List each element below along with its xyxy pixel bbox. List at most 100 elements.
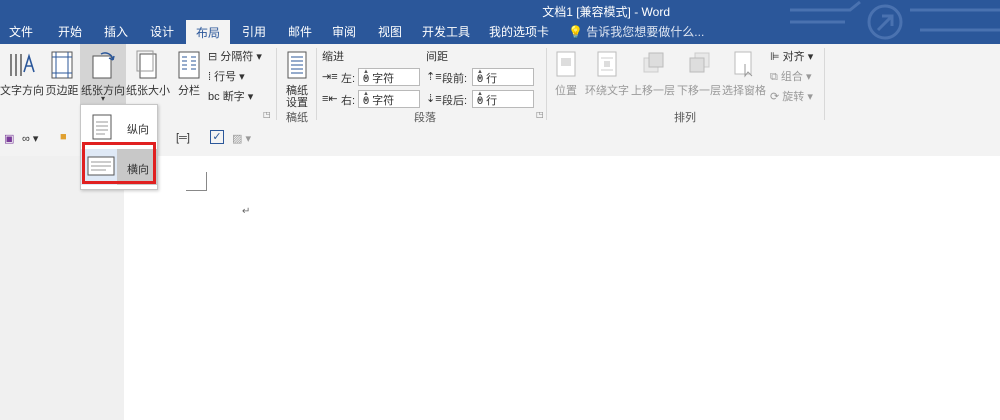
size-label: 纸张大小 <box>126 85 170 97</box>
manuscript-icon <box>287 51 307 79</box>
hyphenation-icon: bc <box>208 91 220 103</box>
orientation-portrait-item[interactable]: 纵向 <box>81 109 157 145</box>
rotate-button[interactable]: ⟳ 旋转 ▾ <box>770 88 813 104</box>
tab-home[interactable]: 开始 <box>48 20 92 44</box>
portrait-label: 纵向 <box>127 124 149 136</box>
text-direction-label: 文字方向 <box>0 85 44 97</box>
line-numbers-label: 行号 <box>214 71 237 83</box>
group-button[interactable]: ⧉ 组合 ▾ <box>770 68 812 84</box>
separator <box>276 48 277 120</box>
position-label: 位置 <box>555 85 577 97</box>
indent-left-label: 左: <box>341 73 356 85</box>
lightbulb-icon: 💡 <box>568 25 583 39</box>
tab-mailings[interactable]: 邮件 <box>278 20 322 44</box>
space-before-input[interactable]: 0 行 ▲ ▼ <box>472 68 534 86</box>
tab-insert[interactable]: 插入 <box>94 20 138 44</box>
tab-developer[interactable]: 开发工具 <box>414 20 478 44</box>
paragraph-mark-icon: ↵ <box>242 206 251 217</box>
space-after-label: 段后: <box>442 95 468 107</box>
checkbox-icon[interactable]: ✓ <box>210 130 224 144</box>
orientation-icon <box>92 52 115 79</box>
tab-file[interactable]: 文件 <box>0 20 42 44</box>
group-label: 组合 <box>780 71 803 83</box>
paragraph-group-label: 段落 <box>414 112 436 124</box>
space-after-icon: ⇣≡ <box>426 93 442 105</box>
margins-label: 页边距 <box>45 85 79 97</box>
tab-review[interactable]: 审阅 <box>322 20 366 44</box>
separator <box>316 48 317 120</box>
rotate-label: 旋转 <box>782 91 805 103</box>
indent-right-icon: ≡⇤ <box>322 93 338 105</box>
manuscript-settings-button[interactable]: 稿纸 设置 <box>280 48 314 109</box>
text-direction-button[interactable]: 文字方向 <box>0 48 44 106</box>
field-icon[interactable]: [═] <box>176 132 190 144</box>
bring-forward-label: 上移一层 <box>631 85 675 97</box>
tab-references[interactable]: 引用 <box>232 20 276 44</box>
columns-button[interactable]: 分栏 <box>172 48 206 106</box>
text-direction-icon <box>10 53 35 76</box>
align-icon: ⊫ <box>770 51 780 63</box>
margin-corner-mark <box>186 172 207 191</box>
margins-icon <box>51 51 73 79</box>
indent-right-input[interactable]: 0 字符 ▲ ▼ <box>358 90 420 108</box>
size-button[interactable]: 纸张大小 <box>126 48 170 106</box>
decorative-pattern-icon <box>790 0 1000 40</box>
space-after-input[interactable]: 0 行 ▲ ▼ <box>472 90 534 108</box>
breaks-button[interactable]: ⊟ 分隔符 ▾ <box>208 48 262 64</box>
margins-button[interactable]: 页边距 <box>44 48 80 106</box>
spinner-arrows-icon[interactable]: ▲ ▼ <box>363 69 417 83</box>
send-backward-button[interactable]: 下移一层 <box>676 48 722 106</box>
position-button[interactable]: 位置 <box>550 48 582 106</box>
align-label: 对齐 <box>782 51 805 63</box>
line-numbers-icon: ⁞ <box>208 71 212 83</box>
separator <box>824 48 825 120</box>
folder-icon[interactable]: ■ <box>60 131 67 143</box>
group-icon: ⧉ <box>770 71 778 83</box>
indent-right-label: 右: <box>341 95 356 107</box>
paragraph-launcher-icon[interactable]: ◳ <box>536 110 544 119</box>
wrap-text-button[interactable]: 环绕文字 <box>584 48 630 106</box>
space-before-icon: ⇡≡ <box>426 71 442 83</box>
bring-forward-button[interactable]: 上移一层 <box>630 48 676 106</box>
indent-label: 缩进 <box>322 51 344 63</box>
bring-forward-icon <box>643 52 664 73</box>
spinner-arrows-icon[interactable]: ▲ ▼ <box>363 91 417 105</box>
align-button[interactable]: ⊫ 对齐 ▾ <box>770 48 813 64</box>
selection-pane-label: 选择窗格 <box>722 85 766 97</box>
save-icon[interactable]: ▣ <box>4 132 14 145</box>
portrait-page-icon <box>92 114 112 140</box>
position-icon <box>556 51 576 77</box>
columns-icon <box>178 51 200 79</box>
line-numbers-button[interactable]: ⁞ 行号 ▾ <box>208 68 245 84</box>
hyphenation-button[interactable]: bc 断字 ▾ <box>208 88 253 104</box>
indent-left-icon: ⇥≡ <box>322 71 338 83</box>
wrap-text-icon <box>597 51 617 77</box>
window-title: 文档1 [兼容模式] - Word <box>542 5 670 19</box>
indent-left-input[interactable]: 0 字符 ▲ ▼ <box>358 68 420 86</box>
columns-label: 分栏 <box>178 85 200 97</box>
breaks-icon: ⊟ <box>208 51 218 63</box>
page-setup-launcher-icon[interactable]: ◳ <box>263 110 271 119</box>
document-page[interactable]: ↵ <box>124 156 1000 420</box>
separator <box>546 48 547 120</box>
tab-design[interactable]: 设计 <box>140 20 184 44</box>
send-backward-label: 下移一层 <box>677 85 721 97</box>
selection-pane-icon <box>734 51 753 78</box>
send-backward-icon <box>689 52 710 73</box>
left-margin-area <box>0 156 124 420</box>
picture-icon[interactable]: ▨ ▾ <box>232 132 251 145</box>
link-icon[interactable]: ∞ ▾ <box>22 132 38 145</box>
highlight-box <box>82 142 156 184</box>
tell-me-box[interactable]: 💡 告诉我您想要做什么... <box>568 20 704 44</box>
tab-view[interactable]: 视图 <box>368 20 412 44</box>
breaks-label: 分隔符 <box>220 51 254 63</box>
paper-size-icon <box>136 50 157 79</box>
spinner-arrows-icon[interactable]: ▲ ▼ <box>477 69 531 83</box>
orientation-caret-icon: ▾ <box>100 94 105 103</box>
space-before-label: 段前: <box>442 73 468 85</box>
tab-layout[interactable]: 布局 <box>186 20 230 45</box>
tell-me-text: 告诉我您想要做什么... <box>586 25 705 39</box>
spinner-arrows-icon[interactable]: ▲ ▼ <box>477 91 531 105</box>
tab-my-tab[interactable]: 我的选项卡 <box>482 20 556 44</box>
selection-pane-button[interactable]: 选择窗格 <box>722 48 766 106</box>
